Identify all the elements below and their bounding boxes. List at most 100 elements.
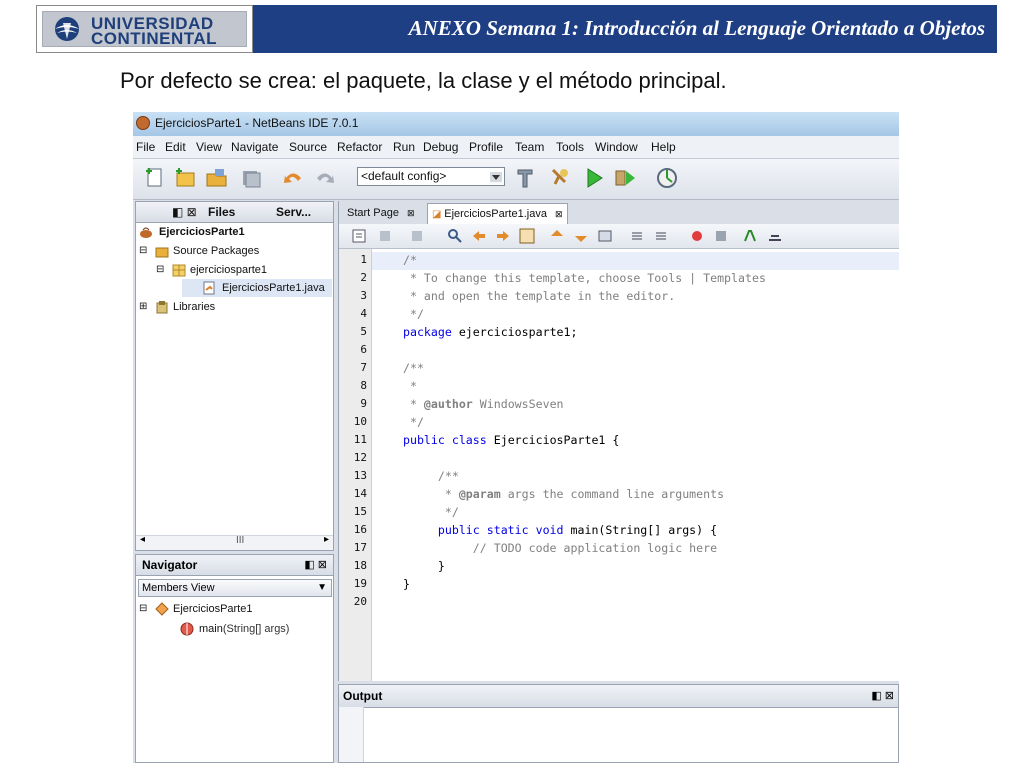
code-line: public class EjerciciosParte1 { [396,433,619,447]
horizontal-scrollbar[interactable]: ◂ III ▸ [136,534,333,550]
menu-profile[interactable]: Profile [469,140,503,154]
collapse-icon[interactable]: ⊟ [156,261,164,279]
code-token: main(String[] args) { [563,523,718,537]
stop-macro-icon[interactable] [713,228,729,244]
menu-navigate[interactable]: Navigate [231,140,278,154]
minimize-icon[interactable]: ◧ ⊠ [172,205,197,219]
tab-start-page[interactable]: Start Page ⊠ [343,203,419,224]
header-bar: ANEXO Semana 1: Introducción al Lenguaje… [253,5,997,53]
menu-source[interactable]: Source [289,140,327,154]
output-panel: Output ◧ ⊠ [338,684,899,763]
close-icon[interactable]: ⊠ [555,209,563,219]
scroll-right-icon[interactable]: ▸ [324,534,329,545]
netbeans-app-icon [136,116,150,130]
collapse-icon[interactable]: ⊟ [139,242,147,260]
new-file-icon[interactable] [143,166,167,190]
code-line: /* [396,253,417,267]
config-dropdown[interactable]: <default config> [357,167,505,186]
new-project-icon[interactable] [173,166,197,190]
menu-tools[interactable]: Tools [556,140,584,154]
shift-left-icon[interactable] [629,228,645,244]
menu-file[interactable]: File [136,140,155,154]
chevron-down-icon[interactable] [490,172,502,182]
header-title: ANEXO Semana 1: Introducción al Lenguaje… [408,16,985,40]
profile-icon[interactable] [655,166,679,190]
method-icon [180,622,194,636]
redo-icon[interactable] [313,166,337,190]
tab-files[interactable]: Files [208,205,235,219]
run-icon[interactable] [582,166,606,190]
line-number-gutter: 1 2 3 4 5 6 7 8 9 10 11 12 13 14 15 16 17 18 19 20 [339,249,372,681]
editor-tabs: Start Page ⊠ ◪ EjerciciosParte1.java ⊠ [339,201,899,225]
menu-team[interactable]: Team [515,140,544,154]
line-number: 20 [353,595,367,608]
clean-build-icon[interactable] [547,166,571,190]
minimize-icon[interactable]: ◧ ⊠ [871,689,894,702]
forward-icon[interactable] [409,228,425,244]
code-line: // TODO code application logic here [396,541,717,555]
shift-right-icon[interactable] [653,228,669,244]
find-previous-icon[interactable] [471,228,487,244]
line-number: 3 [360,289,367,302]
line-number: 15 [353,505,367,518]
uncomment-icon[interactable] [767,228,783,244]
output-side-toolbar [339,707,364,762]
save-all-icon[interactable] [239,166,263,190]
main-toolbar: <default config> [133,159,899,200]
projects-panel: ◧ ⊠ Files Serv... EjerciciosParte1 ⊟ Sou… [135,201,334,551]
toggle-bookmark-icon[interactable] [597,228,613,244]
back-icon[interactable] [377,228,393,244]
find-icon[interactable] [447,228,463,244]
method-params: (String[] args) [222,623,290,635]
code-editor: Start Page ⊠ ◪ EjerciciosParte1.java ⊠ 12 3… [338,201,899,681]
collapse-icon[interactable]: ⊟ [139,600,147,618]
undo-icon[interactable] [281,166,305,190]
code-token: */ [396,415,424,429]
scroll-thumb[interactable]: III [236,535,244,546]
toggle-highlight-icon[interactable] [519,228,535,244]
debug-icon[interactable] [613,166,637,190]
next-bookmark-icon[interactable] [573,228,589,244]
line-number: 12 [353,451,367,464]
menu-window[interactable]: Window [595,140,638,154]
chevron-down-icon[interactable]: ▼ [317,580,327,596]
scroll-left-icon[interactable]: ◂ [140,534,145,545]
code-token: * [396,379,417,393]
start-macro-icon[interactable] [689,228,705,244]
close-icon[interactable]: ⊠ [407,208,415,218]
tab-services[interactable]: Serv... [276,205,311,219]
minimize-icon[interactable]: ◧ ⊠ [304,558,327,571]
line-number: 17 [353,541,367,554]
line-number: 18 [353,559,367,572]
code-area[interactable]: /* * To change this template, choose Too… [372,249,899,681]
line-number: 11 [353,433,367,446]
menu-refactor[interactable]: Refactor [337,140,382,154]
navigator-header: Navigator ◧ ⊠ [136,555,333,576]
libraries-icon [156,301,168,314]
tree-label: ejerciciosparte1 [190,264,268,276]
title-bar: EjerciciosParte1 - NetBeans IDE 7.0.1 [133,112,899,136]
tree-java-file[interactable]: EjerciciosParte1.java [182,279,332,297]
menu-view[interactable]: View [196,140,222,154]
nav-method-label: main(String[] args) [199,620,289,638]
tab-label: Start Page [347,207,399,219]
expand-icon[interactable]: ⊞ [139,298,147,316]
tab-java-file[interactable]: ◪ EjerciciosParte1.java ⊠ [427,203,568,224]
menu-run[interactable]: Run [393,140,415,154]
code-token: public class [396,433,487,447]
line-number: 7 [360,361,367,374]
projects-tabs: ◧ ⊠ Files Serv... [136,202,333,223]
find-next-icon[interactable] [495,228,511,244]
previous-bookmark-icon[interactable] [549,228,565,244]
open-project-icon[interactable] [205,166,229,190]
comment-icon[interactable] [743,228,759,244]
build-icon[interactable] [513,166,537,190]
menu-debug[interactable]: Debug [423,140,458,154]
code-line: /** [396,361,424,375]
members-view-dropdown[interactable]: Members View ▼ [138,579,332,597]
menu-help[interactable]: Help [651,140,676,154]
source-icon[interactable] [351,228,367,244]
line-number: 6 [360,343,367,356]
menu-edit[interactable]: Edit [165,140,186,154]
line-number: 2 [360,271,367,284]
